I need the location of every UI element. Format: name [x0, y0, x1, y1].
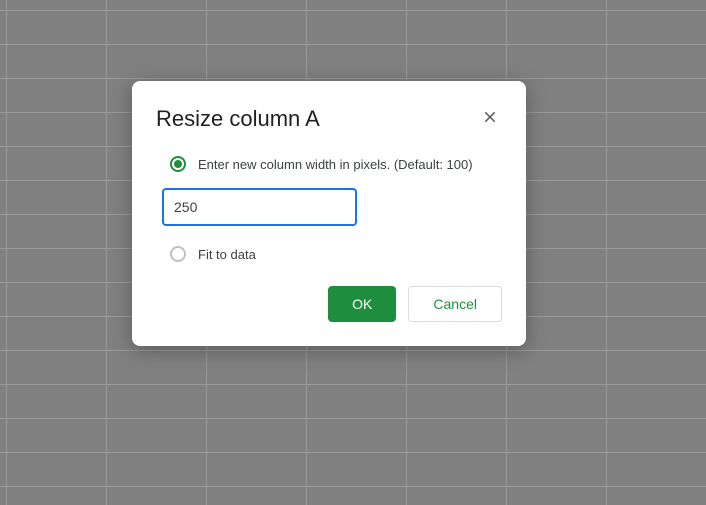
option-enter-pixels[interactable]: Enter new column width in pixels. (Defau… — [156, 156, 502, 172]
resize-column-dialog: Resize column A Enter new column width i… — [132, 81, 526, 346]
close-icon — [482, 109, 498, 128]
column-width-input[interactable] — [162, 188, 357, 226]
radio-enter-pixels[interactable] — [170, 156, 186, 172]
dialog-header: Resize column A — [156, 105, 502, 132]
cancel-button[interactable]: Cancel — [408, 286, 502, 322]
dialog-footer: OK Cancel — [156, 286, 502, 322]
radio-enter-pixels-label: Enter new column width in pixels. (Defau… — [198, 157, 473, 172]
radio-fit-to-data-label: Fit to data — [198, 247, 256, 262]
radio-fit-to-data[interactable] — [170, 246, 186, 262]
ok-button[interactable]: OK — [328, 286, 396, 322]
option-fit-to-data[interactable]: Fit to data — [156, 246, 502, 262]
close-button[interactable] — [478, 105, 502, 132]
dialog-title: Resize column A — [156, 106, 320, 132]
